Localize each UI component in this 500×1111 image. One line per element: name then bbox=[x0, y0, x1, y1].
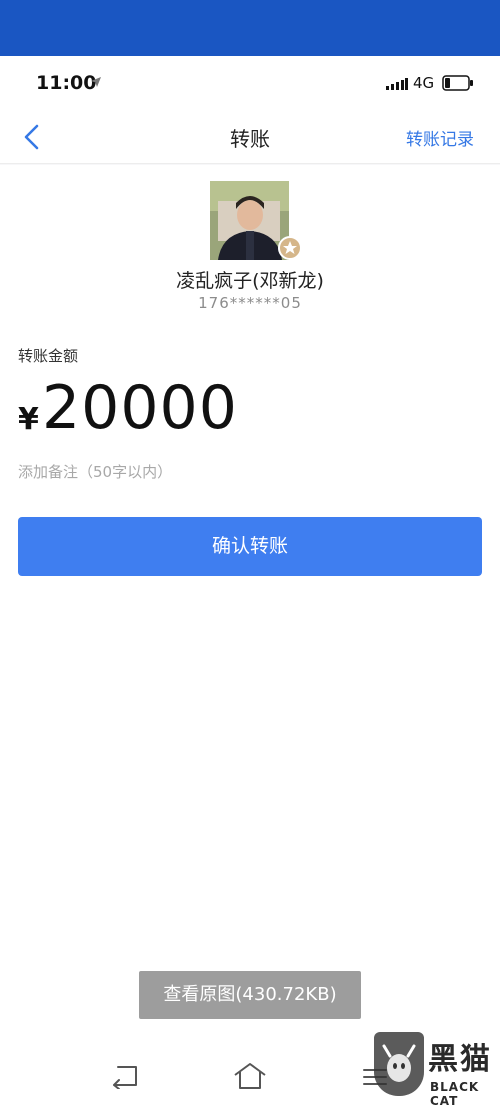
verified-badge-icon bbox=[278, 236, 302, 260]
cat-shield-icon bbox=[374, 1032, 424, 1096]
system-back-icon[interactable] bbox=[110, 1063, 140, 1089]
recipient-name: 凌乱疯子(邓新龙) bbox=[176, 270, 324, 292]
watermark-brand-en: BLACK CAT bbox=[430, 1080, 480, 1108]
watermark-brand-cn: 黑猫 bbox=[428, 1042, 492, 1077]
currency-symbol: ¥ bbox=[18, 402, 39, 437]
transfer-panel: 凌乱疯子(邓新龙) 176******05 转账金额 ¥ 20000 添加备注（… bbox=[0, 165, 500, 1025]
note-input[interactable]: 添加备注（50字以内） bbox=[18, 461, 172, 482]
confirm-transfer-button[interactable]: 确认转账 bbox=[18, 517, 482, 576]
watermark-logo: 黑猫 BLACK CAT bbox=[374, 1032, 500, 1108]
signal-strength-icon bbox=[386, 78, 408, 90]
view-original-button[interactable]: 查看原图(430.72KB) bbox=[139, 971, 361, 1019]
navigation-bar: 转账 转账记录 bbox=[0, 110, 500, 164]
status-bar: 11:00 4G bbox=[0, 56, 500, 110]
battery-icon bbox=[442, 75, 473, 91]
recipient-phone: 176******05 bbox=[198, 294, 302, 312]
amount-label: 转账金额 bbox=[18, 347, 79, 365]
location-arrow-icon bbox=[91, 77, 101, 87]
top-band bbox=[0, 0, 500, 56]
transfer-history-link[interactable]: 转账记录 bbox=[406, 125, 474, 150]
network-type: 4G bbox=[413, 74, 435, 92]
amount-input[interactable]: 20000 bbox=[42, 373, 238, 443]
status-time: 11:00 bbox=[36, 72, 97, 94]
system-home-icon[interactable] bbox=[232, 1061, 268, 1091]
